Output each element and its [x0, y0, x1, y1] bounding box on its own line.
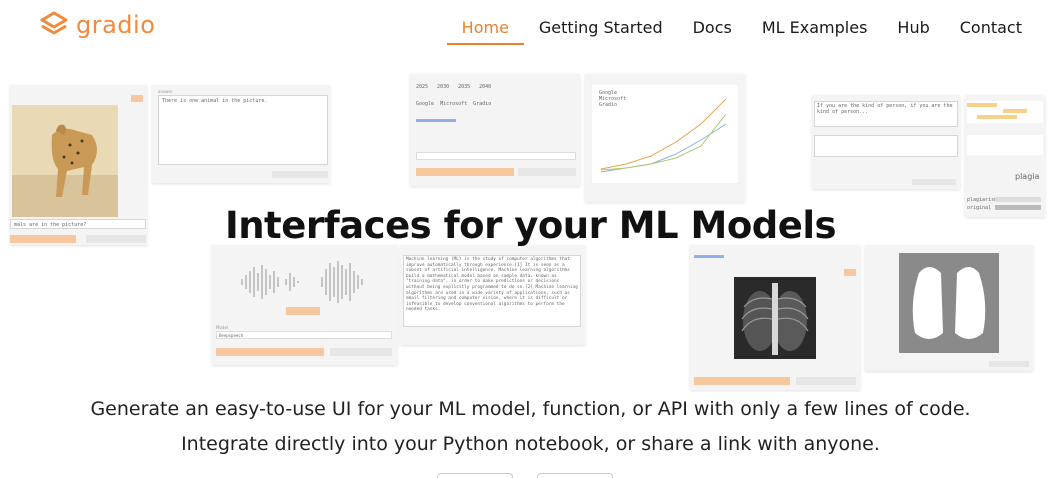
nav-docs[interactable]: Docs	[678, 17, 747, 45]
model-label: Model	[216, 325, 229, 330]
demo-card-answer: answer There is one animal in the pictur…	[152, 85, 330, 183]
bar-label-1: plagiarism	[967, 197, 998, 203]
demo-card-audio: Model Deepspeech	[212, 245, 397, 365]
text-input-content: If you are the kind of person, if you ar…	[817, 103, 953, 115]
demo-card-plagiarism: plagia plagiarism original	[965, 95, 1045, 217]
nav-getting-started[interactable]: Getting Started	[524, 17, 678, 45]
nav-ml-examples[interactable]: ML Examples	[747, 17, 883, 45]
demo-card-text: If you are the kind of person, if you ar…	[812, 95, 960, 189]
summary-text: Machine learning (ML) is the study of co…	[406, 257, 578, 313]
cta-button-right[interactable]	[537, 473, 613, 478]
gradio-logo-icon	[40, 11, 68, 35]
audio-clear-button	[330, 348, 392, 356]
answer-text: There is one animal in the picture.	[162, 98, 268, 104]
seg-flag-button	[989, 361, 1029, 367]
xray-clear-button	[844, 269, 856, 276]
highlighted-text-2	[967, 135, 1043, 155]
nav-home[interactable]: Home	[446, 17, 524, 45]
demo-card-segmentation	[865, 245, 1033, 371]
model-value: Deepspeech	[219, 333, 244, 338]
image-clear-button	[131, 95, 143, 102]
main-nav: Home Getting Started Docs ML Examples Hu…	[446, 17, 1037, 45]
nav-contact[interactable]: Contact	[945, 17, 1037, 45]
cta-button-left[interactable]	[437, 473, 513, 478]
audio-play-button	[286, 307, 320, 315]
score-label: plagia	[1015, 172, 1040, 181]
controls-clear-button	[518, 168, 576, 176]
xray-slider	[694, 255, 724, 258]
summary-text-box: Machine learning (ML) is the study of co…	[403, 255, 581, 327]
text-input-1: If you are the kind of person, if you ar…	[814, 101, 958, 127]
audio-waveform	[241, 261, 363, 303]
demo-card-xray-input	[690, 245, 860, 390]
company-checkboxes: Google Microsoft Gradio	[416, 101, 492, 107]
xray-clear-btn	[796, 377, 856, 385]
text-input-2	[814, 135, 958, 157]
highlighted-text	[967, 101, 1043, 123]
text-flag-button	[912, 179, 956, 185]
demo-card-controls: 2025 2030 2035 2040 Google Microsoft Gra…	[410, 74, 580, 186]
demo-card-summary: Machine learning (ML) is the study of co…	[400, 245, 585, 345]
bar-1	[995, 197, 1041, 202]
xray-submit-button	[694, 377, 790, 385]
gradio-logo[interactable]: gradio	[40, 10, 155, 40]
controls-submit-button	[416, 168, 514, 176]
hero-subtitle: Generate an easy-to-use UI for your ML m…	[90, 398, 971, 455]
cheetah-image	[12, 105, 118, 217]
chest-xray-image	[734, 277, 816, 359]
answer-box: There is one animal in the picture.	[158, 95, 328, 165]
answer-label: answer	[158, 89, 173, 94]
demo-card-chart: Google Microsoft Gradio	[585, 74, 745, 202]
style-dropdown	[416, 152, 576, 160]
cta-buttons	[437, 473, 613, 478]
chart-legend: Google Microsoft Gradio	[599, 90, 627, 108]
flag-button	[272, 171, 328, 178]
year-options: 2025 2030 2035 2040	[416, 84, 492, 90]
nav-hub[interactable]: Hub	[882, 17, 944, 45]
model-dropdown: Deepspeech	[216, 331, 392, 339]
audio-submit-button	[216, 348, 324, 356]
brand-name: gradio	[76, 11, 156, 39]
lung-mask-image	[899, 253, 999, 353]
hero-title: Interfaces for your ML Models	[224, 204, 837, 247]
noise-slider	[416, 119, 456, 122]
